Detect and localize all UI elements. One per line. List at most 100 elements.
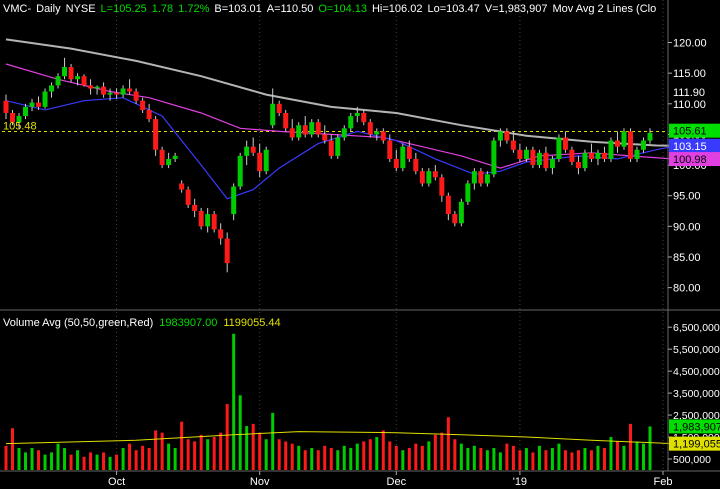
price-tick-label: 110.00 xyxy=(673,99,706,111)
candle-body xyxy=(588,152,594,159)
volume-bar xyxy=(446,417,450,470)
volume-bar xyxy=(17,448,21,470)
candle-body xyxy=(445,195,451,215)
candle-body xyxy=(393,158,399,169)
volume-bar xyxy=(108,456,112,470)
candle-body xyxy=(250,146,256,153)
candle-body xyxy=(614,140,620,147)
price-tick-label: 95.00 xyxy=(673,191,701,203)
volume-bar xyxy=(264,439,268,470)
volume-bar xyxy=(186,439,190,470)
candle-body xyxy=(270,103,276,126)
candle-body xyxy=(185,189,191,205)
exchange-label: NYSE xyxy=(65,3,96,15)
candle-body xyxy=(426,171,432,184)
candle-body xyxy=(198,211,204,227)
candle-body xyxy=(504,131,510,141)
volume-bar xyxy=(336,450,340,470)
volume-bar xyxy=(316,450,320,470)
volume-bar xyxy=(349,448,353,470)
candle-body xyxy=(400,146,406,169)
candle-body xyxy=(569,149,575,162)
volume-bar xyxy=(173,448,177,470)
candle-body xyxy=(192,204,198,212)
candle-body xyxy=(419,171,425,184)
candle-body xyxy=(29,102,35,107)
candle-body xyxy=(413,158,419,172)
study-label: Mov Avg 2 Lines (Clo xyxy=(552,3,657,15)
volume-bar xyxy=(43,454,47,470)
volume-bar xyxy=(277,439,281,470)
candle-body xyxy=(140,100,146,110)
volume-bar xyxy=(479,448,483,470)
volume-bar xyxy=(394,445,398,470)
volume-bar xyxy=(524,448,528,470)
volume-bar xyxy=(342,445,346,470)
stock-chart: 80.0085.0090.0095.00100.00105.00110.0011… xyxy=(0,0,720,489)
volume-bar xyxy=(232,333,236,470)
volume-bar xyxy=(375,437,379,470)
candle-body xyxy=(484,174,490,184)
candle-body xyxy=(634,149,640,159)
volume-bar xyxy=(596,445,600,470)
volume-bar xyxy=(212,437,216,470)
volume-bar xyxy=(102,452,106,470)
volume-bar xyxy=(550,448,554,470)
volume-bar xyxy=(381,430,385,470)
x-tick-label: Nov xyxy=(250,476,270,488)
volume-bar xyxy=(518,450,522,470)
candle-body xyxy=(211,214,217,230)
candle-body xyxy=(55,76,61,86)
price-value-label: 105.61 xyxy=(673,126,707,138)
candle-body xyxy=(107,92,113,95)
volume-bar xyxy=(641,443,645,470)
change-percent: 1.72% xyxy=(178,3,210,15)
candle-body xyxy=(75,76,81,80)
bid-price: B=103.01 xyxy=(214,3,262,15)
candle-body xyxy=(322,134,328,141)
candle-body xyxy=(49,85,55,92)
candle-body xyxy=(218,229,224,239)
volume-bar xyxy=(225,404,229,470)
candle-body xyxy=(491,140,497,175)
volume-bar xyxy=(648,426,652,470)
price-value-label: 100.98 xyxy=(673,154,707,166)
volume-bar xyxy=(180,421,184,470)
volume-bar xyxy=(557,443,561,470)
candle-body xyxy=(23,106,29,117)
candle-body xyxy=(88,85,94,89)
price-tick-label: 80.00 xyxy=(673,283,701,295)
volume-bar xyxy=(635,441,639,470)
candle-body xyxy=(497,131,503,141)
candle-body xyxy=(543,152,549,169)
volume-bar xyxy=(531,452,535,470)
volume-bar xyxy=(427,441,431,470)
candle-body xyxy=(530,149,536,166)
candle-body xyxy=(283,112,289,129)
candle-body xyxy=(471,171,477,184)
volume-bar xyxy=(323,445,327,470)
volume-bar xyxy=(576,450,580,470)
volume-bar xyxy=(11,428,15,470)
last-price: L=105.25 xyxy=(100,3,147,15)
volume-bar xyxy=(50,452,54,470)
volume-bar xyxy=(30,448,34,470)
volume-value-label: 1,983,907 xyxy=(673,421,720,433)
candle-body xyxy=(101,86,107,95)
volume-bar xyxy=(284,441,288,470)
volume-bar xyxy=(4,445,8,470)
candle-body xyxy=(348,116,354,129)
candle-body xyxy=(159,149,165,166)
volume-bar xyxy=(245,426,249,470)
open-price: O=104.13 xyxy=(318,3,367,15)
volume-tick-label: 500,000 xyxy=(673,454,711,466)
volume-bar xyxy=(82,456,86,470)
volume-bar xyxy=(56,443,60,470)
candle-body xyxy=(68,67,74,80)
candle-body xyxy=(361,112,367,123)
volume-bar xyxy=(440,432,444,470)
candle-body xyxy=(179,183,185,190)
header-sep-1: - xyxy=(27,3,32,15)
volume-bar xyxy=(459,443,463,470)
volume-tick-label: 4,500,000 xyxy=(673,366,720,378)
